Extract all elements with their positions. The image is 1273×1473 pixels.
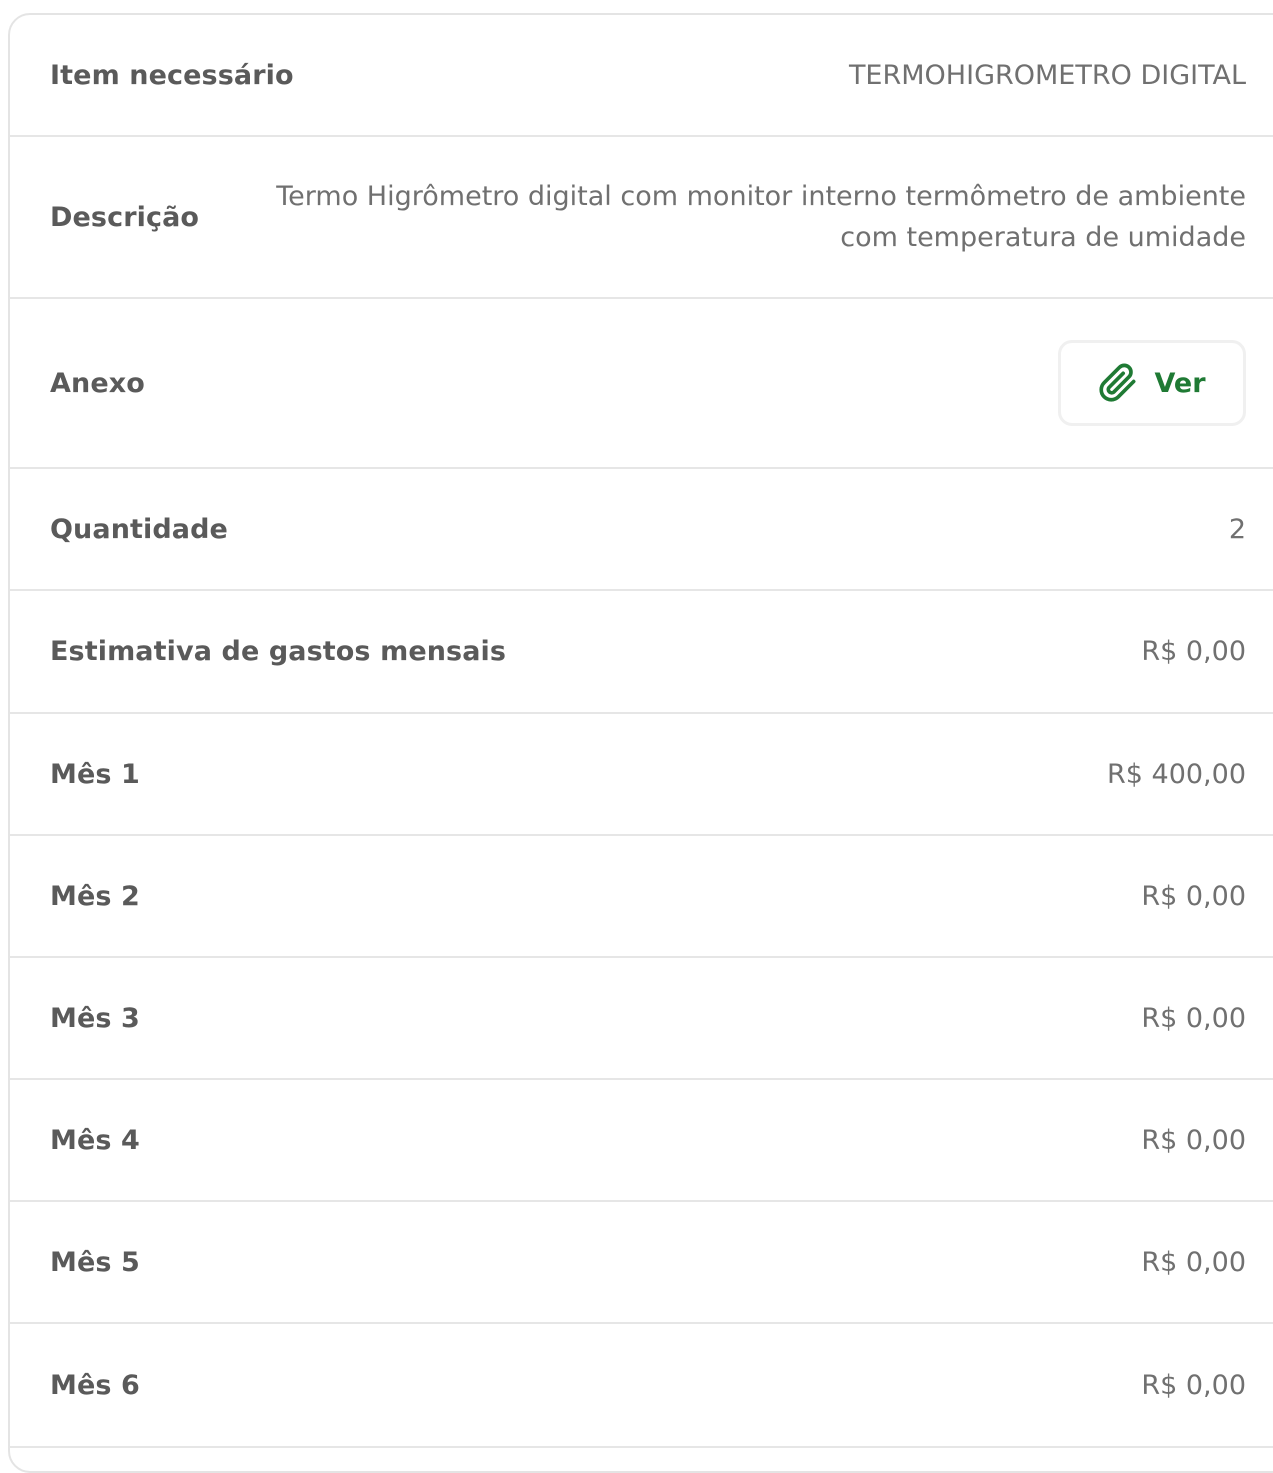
month-row: Mês 3 R$ 0,00 — [10, 958, 1273, 1080]
description-label: Descrição — [50, 201, 200, 233]
estimate-row: Estimativa de gastos mensais R$ 0,00 — [10, 591, 1273, 714]
month-label: Mês 2 — [50, 880, 140, 912]
month-value: R$ 0,00 — [1141, 1124, 1246, 1156]
description-row: Descrição Termo Higrômetro digital com m… — [10, 137, 1273, 299]
item-value: TERMOHIGROMETRO DIGITAL — [848, 59, 1246, 91]
month-row: Mês 6 R$ 0,00 — [10, 1324, 1273, 1448]
month-row: Mês 2 R$ 0,00 — [10, 836, 1273, 958]
month-value: R$ 400,00 — [1107, 758, 1246, 790]
month-row: Mês 5 R$ 0,00 — [10, 1202, 1273, 1324]
item-label: Item necessário — [50, 59, 294, 91]
month-label: Mês 5 — [50, 1246, 140, 1278]
quantity-value: 2 — [1228, 513, 1246, 545]
attachment-row: Anexo Ver — [10, 299, 1273, 469]
month-row: Mês 1 R$ 400,00 — [10, 714, 1273, 836]
description-value: Termo Higrômetro digital com monitor int… — [276, 181, 1246, 253]
quantity-label: Quantidade — [50, 513, 228, 545]
estimate-value: R$ 0,00 — [1141, 636, 1246, 667]
month-value: R$ 0,00 — [1141, 1246, 1246, 1278]
estimate-label: Estimativa de gastos mensais — [50, 636, 507, 667]
view-attachment-button[interactable]: Ver — [1058, 340, 1246, 426]
month-label: Mês 3 — [50, 1002, 140, 1034]
month-label: Mês 1 — [50, 758, 140, 790]
quantity-row: Quantidade 2 — [10, 469, 1273, 591]
month-value: R$ 0,00 — [1141, 1369, 1246, 1401]
item-row: Item necessário TERMOHIGROMETRO DIGITAL — [10, 15, 1273, 137]
item-details-card: Item necessário TERMOHIGROMETRO DIGITAL … — [8, 13, 1273, 1473]
month-value: R$ 0,00 — [1141, 1002, 1246, 1034]
attachment-label: Anexo — [50, 367, 145, 399]
view-button-label: Ver — [1154, 367, 1206, 399]
paperclip-icon — [1098, 363, 1138, 403]
month-value: R$ 0,00 — [1141, 880, 1246, 912]
month-label: Mês 4 — [50, 1124, 140, 1156]
month-row: Mês 4 R$ 0,00 — [10, 1080, 1273, 1202]
month-label: Mês 6 — [50, 1369, 140, 1401]
